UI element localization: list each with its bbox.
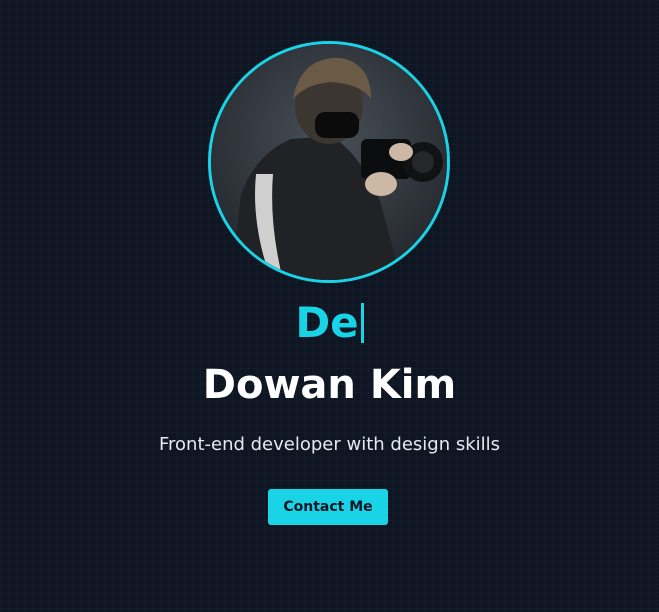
- profile-avatar: [208, 41, 450, 283]
- typed-text: De: [295, 298, 359, 347]
- typing-cursor: [360, 303, 364, 343]
- hero-section: De Dowan Kim Front-end developer with de…: [0, 0, 659, 612]
- hero-tagline: Front-end developer with design skills: [158, 434, 501, 455]
- contact-me-button[interactable]: Contact Me: [268, 489, 388, 525]
- hero-name: Dowan Kim: [202, 362, 457, 408]
- typed-role-text: De: [0, 298, 659, 348]
- profile-photo: [211, 44, 447, 280]
